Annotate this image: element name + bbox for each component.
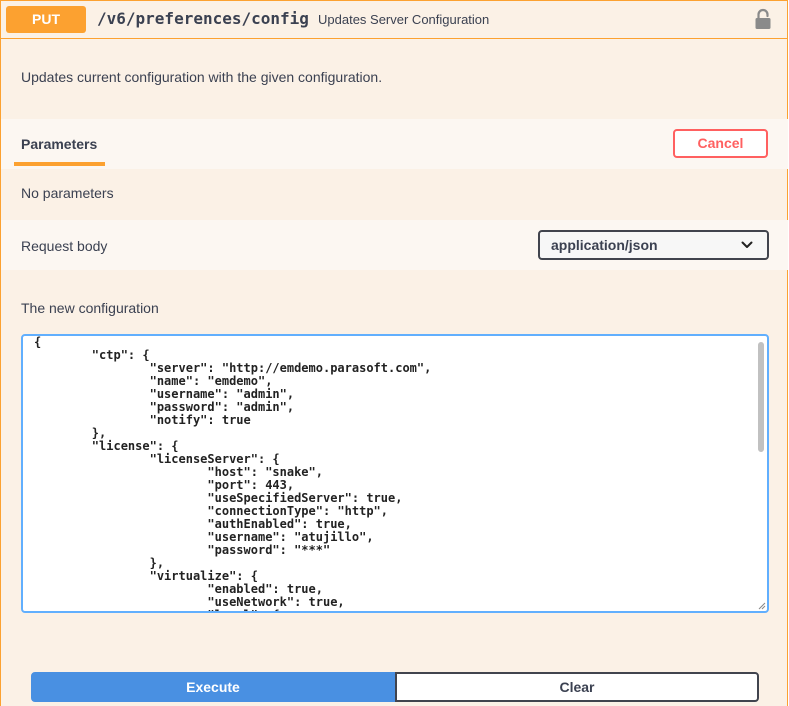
operation-summary[interactable]: PUT /v6/preferences/config Updates Serve… — [1, 1, 788, 39]
resize-grip-icon[interactable] — [758, 602, 766, 610]
operation-description: Updates current configuration with the g… — [21, 69, 383, 85]
chevron-down-icon — [741, 241, 753, 248]
parameters-header — [1, 119, 788, 169]
no-parameters-text: No parameters — [21, 185, 114, 201]
vertical-scrollbar[interactable] — [758, 342, 764, 452]
execute-button[interactable]: Execute — [31, 672, 395, 702]
request-body-description: The new configuration — [21, 300, 159, 316]
operation-block: PUT /v6/preferences/config Updates Serve… — [0, 0, 788, 706]
request-body-editor[interactable]: { "ctp": { "server": "http://emdemo.para… — [21, 334, 769, 613]
content-type-select[interactable]: application/json — [538, 230, 769, 260]
operation-summary-text: Updates Server Configuration — [318, 12, 490, 27]
execute-wrapper: Execute Clear — [31, 672, 759, 702]
cancel-button[interactable]: Cancel — [673, 129, 768, 158]
clear-button[interactable]: Clear — [395, 672, 759, 702]
operation-path: /v6/preferences/config — [97, 9, 309, 28]
content-type-value: application/json — [551, 237, 658, 253]
method-badge: PUT — [6, 6, 86, 33]
tab-parameters[interactable]: Parameters — [21, 136, 97, 152]
request-body-label: Request body — [21, 238, 108, 254]
request-body-json[interactable]: { "ctp": { "server": "http://emdemo.para… — [34, 336, 431, 611]
tab-active-underline — [14, 162, 105, 166]
lock-icon[interactable] — [754, 8, 772, 30]
